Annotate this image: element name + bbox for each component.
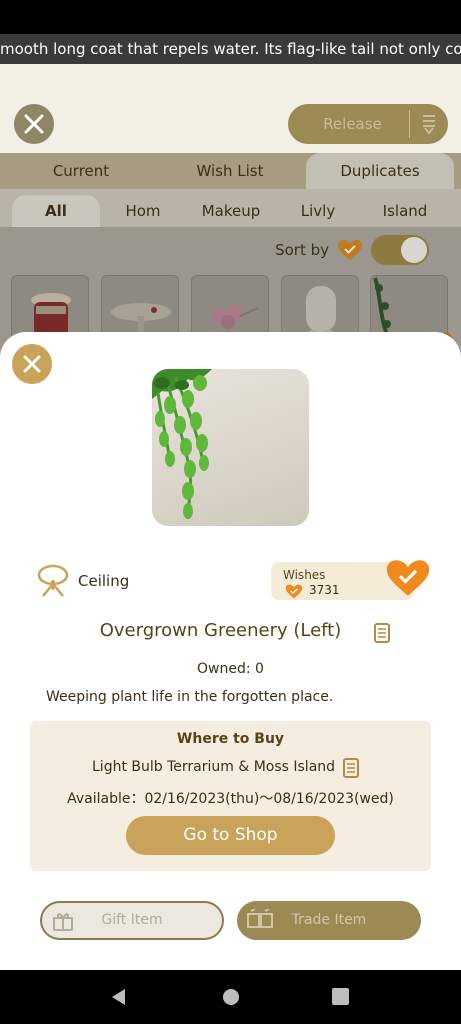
category-row: Ceiling [36, 564, 129, 598]
close-icon [23, 355, 41, 373]
subtab-livly[interactable]: Livly [288, 195, 348, 227]
overgrown-greenery-image [152, 369, 212, 520]
gift-item-button[interactable]: Gift Item [40, 901, 224, 940]
close-detail-button[interactable] [12, 344, 52, 384]
trade-item-label: Trade Item [291, 912, 367, 928]
wish-heart-toggle[interactable] [385, 558, 431, 602]
back-button[interactable] [110, 988, 128, 1010]
release-button[interactable]: Release [288, 115, 409, 133]
small-heart-icon [285, 584, 303, 603]
heart-check-icon [386, 560, 430, 596]
main-tabs: Current Wish List Duplicates [0, 153, 461, 189]
ticker-text: mooth long coat that repels water. Its f… [0, 40, 461, 58]
ceiling-lamp-icon [37, 564, 69, 597]
subtab-all[interactable]: All [12, 195, 100, 227]
item-description: Weeping plant life in the forgotten plac… [46, 689, 334, 705]
item-preview-image [152, 369, 309, 526]
gift-item-label: Gift Item [101, 912, 163, 928]
wishes-count: 3731 [309, 583, 340, 597]
item-name-row: Overgrown Greenery (Left) [0, 620, 461, 641]
status-bar [0, 0, 461, 34]
heart-check-icon [338, 240, 362, 260]
trade-item-button[interactable]: Trade Item [237, 901, 421, 940]
recents-square-icon [332, 988, 349, 1005]
go-to-shop-button[interactable]: Go to Shop [126, 816, 335, 855]
sort-order-button[interactable] [410, 113, 448, 135]
app-screen: mooth long coat that repels water. Its f… [0, 34, 461, 970]
notebook-icon[interactable] [342, 758, 360, 782]
where-to-buy-box: Where to Buy Light Bulb Terrarium & Moss… [30, 721, 431, 871]
recents-button[interactable] [332, 988, 349, 1009]
home-button[interactable] [222, 988, 240, 1010]
availability-dates: Available：02/16/2023(thu)～08/16/2023(wed… [67, 791, 394, 807]
sort-toggle[interactable] [371, 235, 429, 265]
close-icon [24, 114, 44, 134]
toggle-knob [401, 237, 427, 263]
home-circle-icon [223, 989, 239, 1005]
release-control: Release [288, 104, 448, 144]
tab-current[interactable]: Current [20, 153, 142, 189]
sort-descending-icon [423, 115, 435, 135]
owned-count: Owned: 0 [197, 661, 264, 677]
subtab-island[interactable]: Island [372, 195, 438, 227]
sort-label: Sort by [275, 241, 329, 259]
where-to-buy-title: Where to Buy [176, 731, 285, 747]
system-nav-bar [0, 970, 461, 1024]
tab-duplicates[interactable]: Duplicates [306, 153, 454, 189]
wishes-title: Wishes [283, 568, 326, 582]
notebook-icon[interactable] [373, 623, 391, 647]
back-triangle-icon [112, 989, 125, 1005]
sort-row: Sort by [275, 235, 429, 265]
tab-wish-list[interactable]: Wish List [168, 153, 292, 189]
category-tabs: All Hom Makeup Livly Island [0, 189, 461, 227]
item-name: Overgrown Greenery (Left) [99, 620, 342, 641]
category-label: Ceiling [78, 572, 130, 590]
close-inventory-button[interactable] [14, 104, 54, 144]
subtab-makeup[interactable]: Makeup [192, 195, 270, 227]
item-detail-modal: Ceiling Wishes 3731 Overgrown Greenery (… [0, 332, 461, 970]
shop-name: Light Bulb Terrarium & Moss Island [92, 759, 336, 775]
subtab-home[interactable]: Hom [108, 195, 178, 227]
item-description-ticker: mooth long coat that repels water. Its f… [0, 34, 461, 64]
